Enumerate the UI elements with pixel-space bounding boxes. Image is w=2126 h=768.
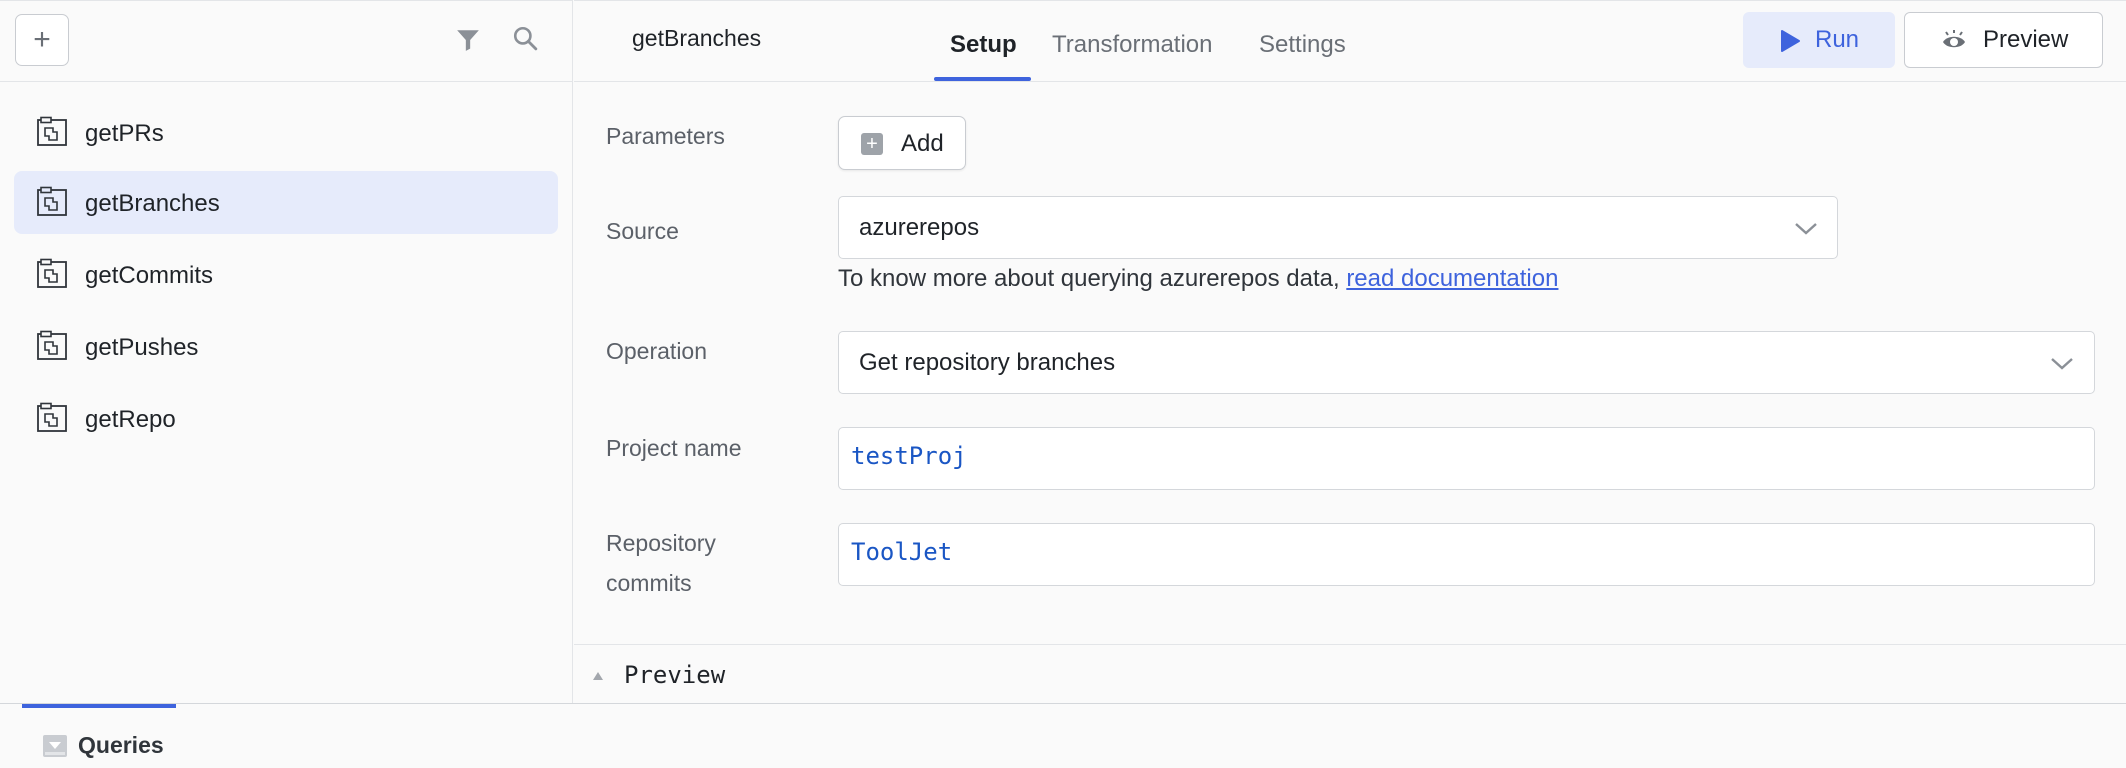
query-manager: + getPRs getBranches getCommits getPushe…: [0, 0, 2126, 768]
add-parameter-button[interactable]: + Add: [838, 116, 966, 170]
bottom-panel-bar: Queries: [0, 703, 2126, 768]
query-label: getPushes: [85, 334, 199, 361]
query-label: getRepo: [85, 406, 176, 433]
azure-repos-icon: [37, 186, 67, 216]
azure-repos-icon: [37, 258, 67, 288]
source-value: azurerepos: [859, 214, 980, 241]
source-help-text: To know more about querying azurerepos d…: [838, 265, 1558, 293]
query-editor-header: getBranches Setup Transformation Setting…: [574, 0, 2126, 82]
azure-repos-icon: [37, 402, 67, 432]
query-item-getprs[interactable]: getPRs: [14, 101, 558, 164]
operation-select[interactable]: Get repository branches: [838, 331, 2095, 394]
repository-input[interactable]: ToolJet: [838, 523, 2095, 586]
chevron-down-icon: [1795, 223, 1817, 235]
add-label: Add: [901, 130, 944, 157]
preview-label: Preview: [1983, 26, 2069, 53]
query-label: getCommits: [85, 262, 214, 289]
caret-up-icon: [593, 672, 603, 680]
operation-value: Get repository branches: [859, 349, 1116, 376]
preview-panel-label: Preview: [624, 661, 726, 689]
run-label: Run: [1815, 26, 1860, 53]
run-button[interactable]: Run: [1743, 12, 1895, 68]
repository-label-line1: Repository: [606, 530, 716, 556]
query-label: getBranches: [85, 190, 220, 217]
preview-button[interactable]: Preview: [1904, 12, 2103, 68]
active-tab-indicator: [934, 77, 1031, 81]
operation-label: Operation: [606, 338, 708, 364]
project-name-label: Project name: [606, 435, 742, 461]
tab-settings[interactable]: Settings: [1259, 31, 1346, 59]
add-query-button[interactable]: +: [15, 14, 69, 66]
query-item-getbranches[interactable]: getBranches: [14, 171, 558, 234]
source-help-prefix: To know more about querying azurerepos d…: [838, 265, 1347, 292]
eye-icon: [1943, 30, 1965, 48]
parameters-label: Parameters: [606, 123, 725, 149]
search-icon[interactable]: [512, 25, 538, 51]
queries-tab[interactable]: Queries: [42, 732, 192, 762]
play-icon: [1781, 30, 1800, 52]
filter-icon[interactable]: [455, 27, 481, 53]
query-sidebar: + getPRs getBranches getCommits getPushe…: [0, 0, 573, 703]
tab-setup[interactable]: Setup: [950, 31, 1017, 59]
query-label: getPRs: [85, 120, 164, 147]
source-label: Source: [606, 218, 679, 244]
chevron-down-icon: [2051, 358, 2073, 370]
tab-transformation[interactable]: Transformation: [1052, 31, 1213, 59]
azure-repos-icon: [37, 116, 67, 146]
query-editor: getBranches Setup Transformation Setting…: [574, 0, 2126, 703]
project-name-input[interactable]: testProj: [838, 427, 2095, 490]
query-item-getcommits[interactable]: getCommits: [14, 243, 558, 306]
query-item-getpushes[interactable]: getPushes: [14, 315, 558, 378]
source-select[interactable]: azurerepos: [838, 196, 1838, 259]
queries-panel-icon: [43, 735, 67, 757]
query-name-title[interactable]: getBranches: [632, 25, 761, 52]
preview-panel-toggle[interactable]: Preview: [574, 644, 2126, 703]
repository-label-line2: commits: [606, 570, 692, 596]
read-documentation-link[interactable]: read documentation: [1346, 265, 1558, 292]
queries-tab-label: Queries: [78, 732, 164, 758]
project-name-value: testProj: [851, 442, 967, 470]
plus-icon: +: [861, 133, 883, 155]
query-item-getrepo[interactable]: getRepo: [14, 387, 558, 450]
azure-repos-icon: [37, 330, 67, 360]
queries-tab-indicator: [22, 704, 176, 708]
repository-value: ToolJet: [851, 538, 953, 566]
sidebar-toolbar: +: [0, 0, 573, 82]
